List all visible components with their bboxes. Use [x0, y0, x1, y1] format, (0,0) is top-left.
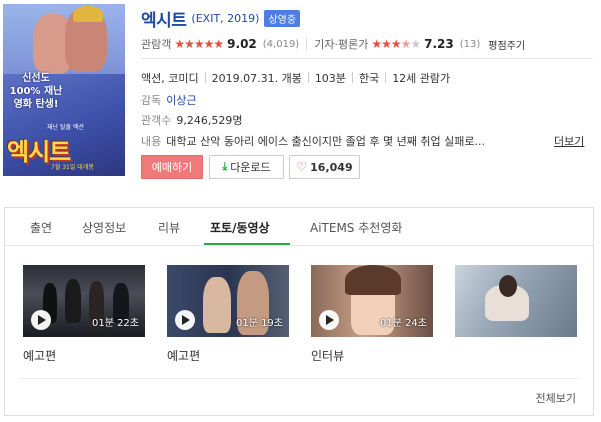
director-row: 감독 이상근 — [141, 92, 197, 108]
video-thumbnail[interactable]: 01분 22초 — [23, 265, 145, 337]
download-button[interactable]: ⤓ 다운로드 — [209, 155, 284, 179]
audience-total-label: 관객수 — [141, 114, 172, 127]
plot-text: 대학교 산악 동아리 에이스 출신이지만 졸업 후 몇 년째 취업 실패로... — [166, 135, 485, 148]
audience-total: 9,246,529명 — [176, 114, 243, 127]
director-link[interactable]: 이상근 — [166, 94, 196, 107]
reserve-button[interactable]: 예매하기 — [141, 155, 203, 179]
download-label: 다운로드 — [230, 161, 271, 174]
runtime: 103분 — [314, 72, 346, 85]
play-icon[interactable] — [319, 310, 339, 330]
video-thumbnail[interactable]: 01분 24초 — [311, 265, 433, 337]
view-all-link[interactable]: 전체보기 — [536, 390, 576, 406]
poster-helmet — [73, 6, 103, 22]
movie-meta-row: 액션, 코미디 2019.07.31. 개봉 103분 한국 12세 관람가 — [141, 70, 450, 86]
genre[interactable]: 액션, 코미디 — [141, 72, 199, 85]
status-badge: 상영중 — [264, 10, 301, 27]
video-label[interactable]: 인터뷰 — [311, 347, 344, 364]
play-icon[interactable] — [175, 310, 195, 330]
movie-subtitle: (EXIT, 2019) — [191, 12, 260, 25]
meta-separator — [204, 72, 206, 83]
tab-photos-videos[interactable]: 포토/동영상 — [210, 219, 270, 236]
poster-tagline: 신선도 100% 재난영화 탄생! — [9, 73, 63, 110]
audience-count: (4,019) — [262, 38, 300, 50]
active-tab-indicator — [204, 243, 290, 245]
movie-poster[interactable]: 신선도 100% 재난영화 탄생! 재난 탈출 액션 엑시트 7월 31일 대개… — [3, 4, 125, 176]
ratings-row: 관람객 ★★★★★ 9.02 (4,019) 기자·평론가 ★★★★★ 7.23… — [141, 34, 593, 54]
critic-rating-label: 기자·평론가 — [314, 38, 369, 51]
video-duration: 01분 19초 — [235, 318, 283, 329]
rating-divider — [306, 38, 308, 50]
plot-label: 내용 — [141, 135, 162, 148]
tab-bar: 출연 상영정보 리뷰 포토/동영상 AiTEMS 추천영화 — [5, 208, 593, 246]
video-thumbnail[interactable]: 01분 19초 — [167, 265, 289, 337]
age-rating: 12세 관람가 — [392, 72, 451, 85]
video-label[interactable]: 예고편 — [23, 347, 56, 364]
meta-separator — [385, 72, 387, 83]
country[interactable]: 한국 — [359, 72, 379, 85]
poster-small-text: 재난 탈출 액션 — [47, 124, 84, 131]
title-row: 엑시트 (EXIT, 2019) 상영중 — [141, 6, 301, 31]
plot-more-link[interactable]: 더보기 — [554, 133, 584, 149]
video-label[interactable]: 예고편 — [167, 347, 200, 364]
download-icon: ⤓ — [222, 160, 228, 173]
movie-title[interactable]: 엑시트 — [141, 6, 187, 31]
photo-thumbnail[interactable] — [455, 265, 577, 337]
like-count: 16,049 — [310, 160, 353, 174]
plot-row: 내용 대학교 산악 동아리 에이스 출신이지만 졸업 후 몇 년째 취업 실패로.… — [141, 133, 485, 149]
critic-count: (13) — [459, 38, 481, 50]
like-button[interactable]: ♡ 16,049 — [289, 155, 360, 179]
reserve-label: 예매하기 — [151, 161, 193, 174]
video-duration: 01분 24초 — [379, 318, 427, 329]
tab-cast[interactable]: 출연 — [30, 219, 52, 236]
poster-date-text: 7월 31일 대개봉 — [51, 164, 94, 171]
critic-star-icons: ★★★★★ — [371, 37, 421, 51]
director-label: 감독 — [141, 94, 162, 107]
evaluate-link[interactable]: 평점주기 — [488, 37, 525, 52]
critic-score: 7.23 — [424, 37, 454, 51]
meta-separator — [307, 72, 309, 83]
meta-separator — [351, 72, 353, 83]
play-icon[interactable] — [31, 310, 51, 330]
audience-row: 관객수 9,246,529명 — [141, 112, 242, 128]
audience-rating-label: 관람객 — [141, 38, 172, 51]
tab-showtimes[interactable]: 상영정보 — [82, 219, 126, 236]
heart-icon: ♡ — [296, 160, 308, 174]
audience-score: 9.02 — [227, 37, 257, 51]
audience-star-icons: ★★★★★ — [174, 37, 224, 51]
tab-aitems[interactable]: AiTEMS 추천영화 — [310, 219, 402, 236]
video-duration: 01분 22초 — [91, 318, 139, 329]
tab-reviews[interactable]: 리뷰 — [158, 219, 180, 236]
media-panel: 출연 상영정보 리뷰 포토/동영상 AiTEMS 추천영화 01분 22초 01… — [4, 207, 594, 416]
panel-divider — [19, 378, 579, 379]
info-divider — [141, 58, 593, 59]
release-date[interactable]: 2019.07.31. 개봉 — [212, 72, 302, 85]
